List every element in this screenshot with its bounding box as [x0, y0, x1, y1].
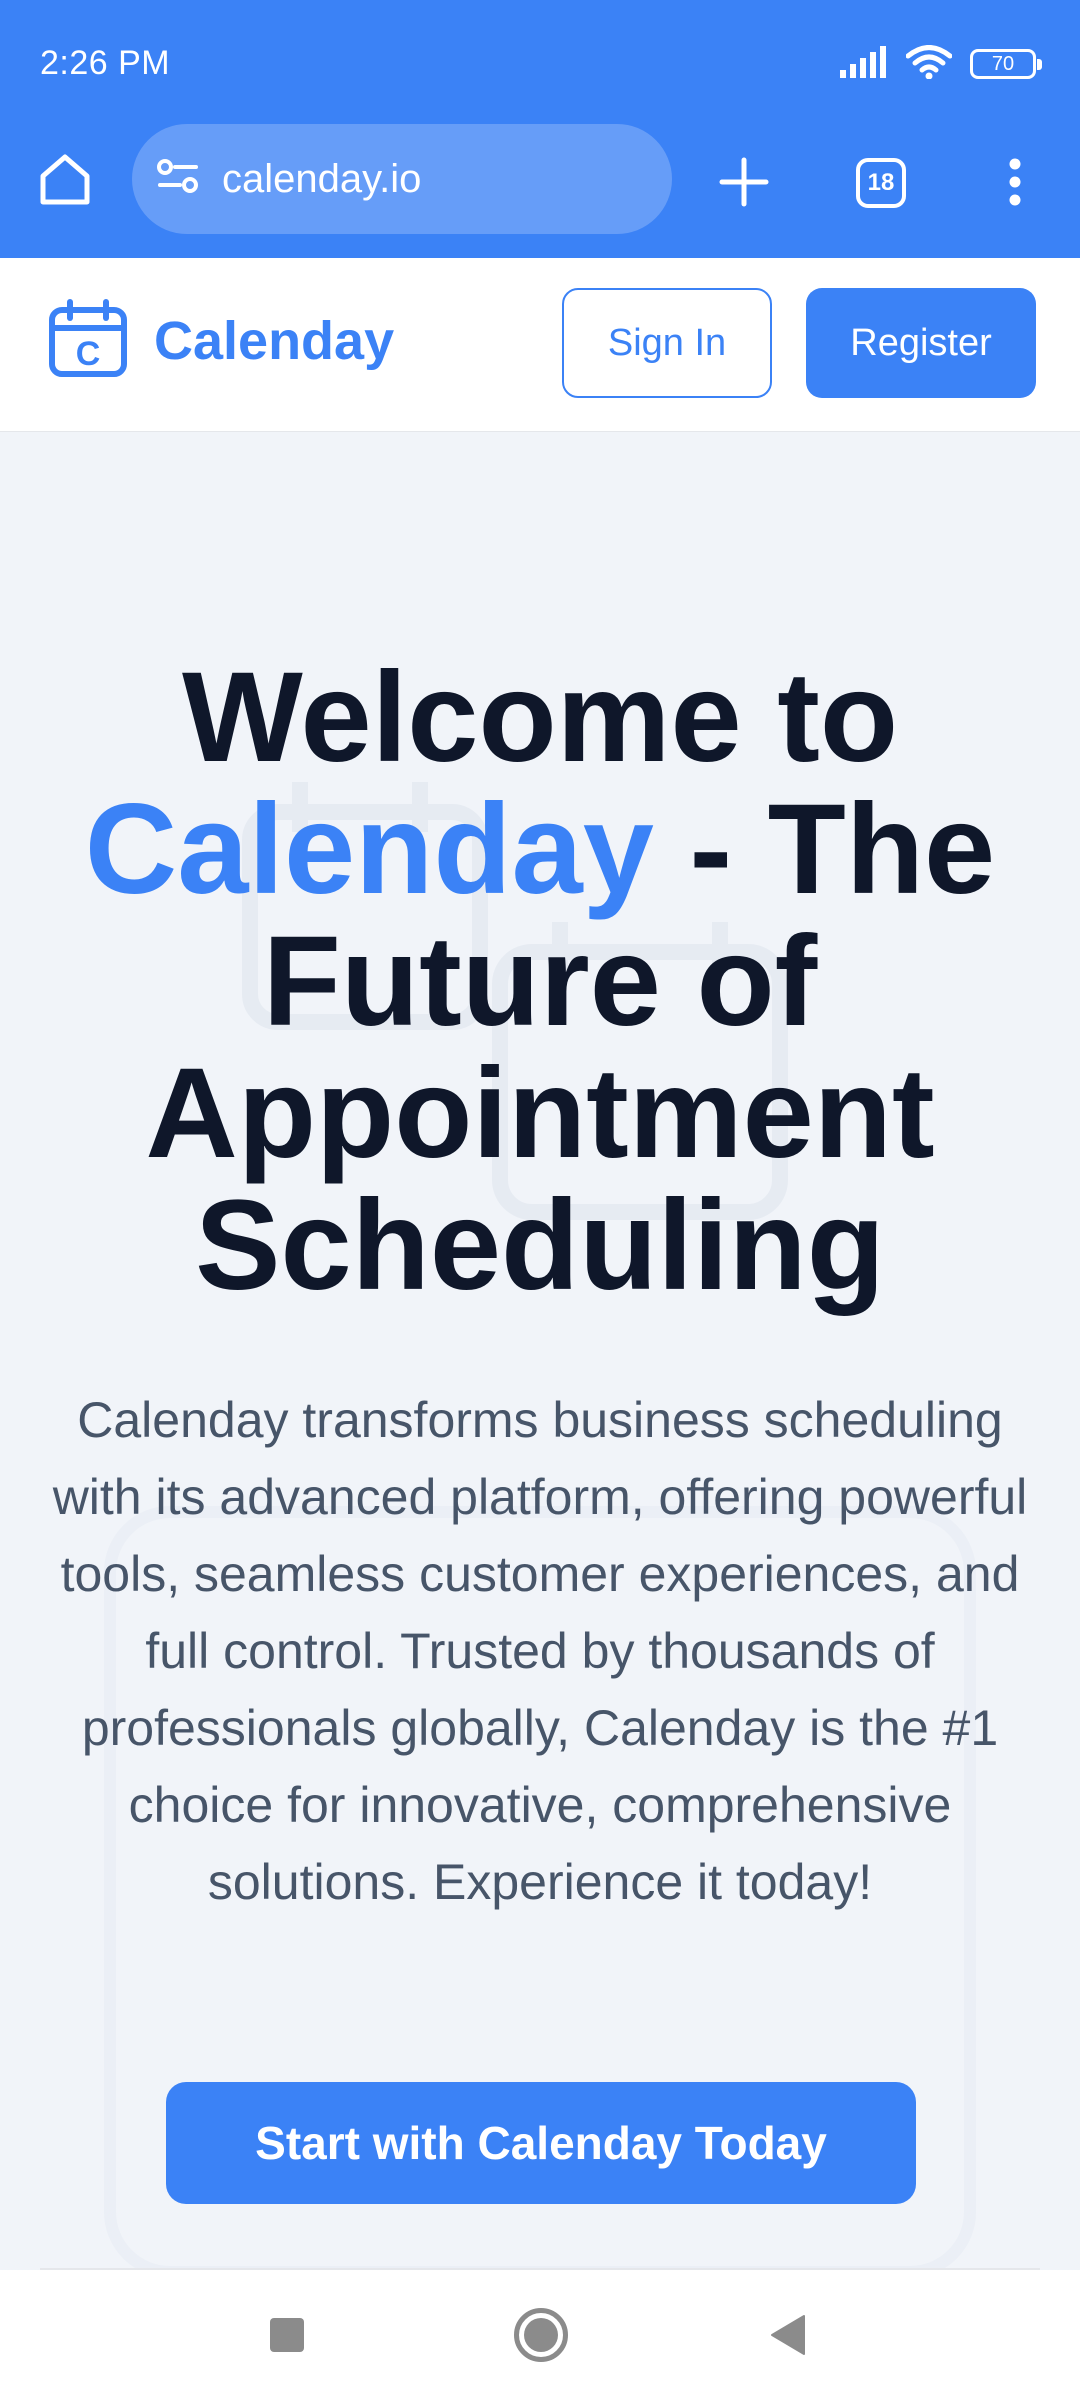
back-icon[interactable] — [770, 2314, 806, 2356]
recents-icon[interactable] — [270, 2318, 304, 2352]
new-tab-icon — [718, 156, 770, 213]
tabs-button[interactable]: 18 — [846, 148, 916, 218]
signal-icon — [840, 45, 888, 83]
hero-description: Calenday transforms business scheduling … — [52, 1392, 1028, 1910]
address-bar[interactable]: calenday.io — [132, 124, 672, 234]
status-time: 2:26 PM — [40, 44, 171, 82]
site-settings-icon[interactable] — [156, 157, 200, 202]
battery-icon: 70 — [970, 49, 1042, 79]
status-bar: 2:26 PM 70 — [0, 0, 1080, 120]
start-cta-button[interactable]: Start with Calenday Today — [166, 2082, 916, 2204]
tabs-icon: 18 — [856, 158, 906, 208]
url-text: calenday.io — [222, 156, 422, 201]
home-icon — [37, 152, 93, 211]
wifi-icon — [905, 44, 953, 84]
site-header: C Calenday Sign In Register — [0, 258, 1080, 432]
hero-title-part1: Welcome to — [182, 646, 898, 789]
status-icons: 70 — [840, 40, 1042, 88]
calendar-logo-icon: C — [48, 298, 128, 383]
logo-letter: C — [76, 335, 101, 373]
more-menu-button[interactable] — [990, 146, 1040, 222]
battery-level: 70 — [991, 52, 1015, 75]
hero-title: Welcome to Calenday - The Future of Appo… — [60, 652, 1020, 1312]
hero-section: Welcome to Calenday - The Future of Appo… — [0, 432, 1080, 2270]
hero-title-brand: Calenday — [84, 778, 654, 921]
home-button[interactable] — [30, 146, 100, 216]
sign-in-button[interactable]: Sign In — [562, 288, 772, 398]
register-button[interactable]: Register — [806, 288, 1036, 398]
logo[interactable]: C Calenday — [48, 298, 394, 383]
new-tab-button[interactable] — [706, 146, 782, 222]
browser-chrome: 2:26 PM 70 calenday.io 18 — [0, 0, 1080, 258]
system-navigation-bar — [0, 2270, 1080, 2400]
more-menu-icon — [1008, 157, 1022, 212]
logo-text: Calenday — [154, 310, 395, 371]
browser-toolbar: calenday.io 18 — [0, 122, 1080, 238]
home-circle-icon[interactable] — [514, 2308, 568, 2362]
